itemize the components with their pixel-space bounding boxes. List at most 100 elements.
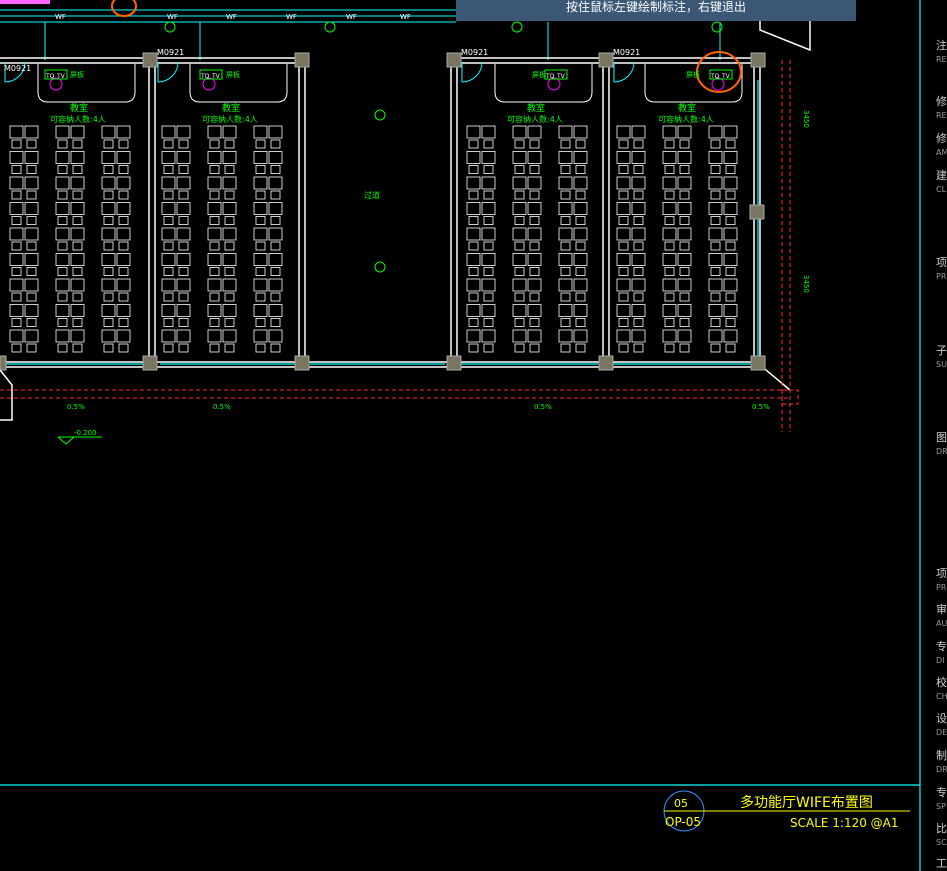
chair xyxy=(255,267,266,276)
chair xyxy=(529,292,540,302)
desk xyxy=(527,304,542,317)
room-name-4: 教室 xyxy=(678,102,696,114)
dimension-2: 3450 xyxy=(802,275,810,293)
wifi-label-4: WF xyxy=(286,13,297,21)
chair xyxy=(483,139,494,149)
desk xyxy=(558,151,573,164)
desk xyxy=(466,227,481,241)
desk xyxy=(662,329,677,343)
desk xyxy=(176,227,191,241)
panel-label-en: CH xyxy=(936,692,947,701)
desk xyxy=(207,227,222,241)
desk xyxy=(466,253,481,266)
desk xyxy=(723,278,738,292)
panel-label-cn: 项 xyxy=(936,567,947,580)
chair xyxy=(560,292,571,302)
desk xyxy=(573,278,588,292)
desk xyxy=(481,304,496,317)
chair xyxy=(224,241,235,251)
chair xyxy=(514,190,525,200)
desk xyxy=(253,151,268,164)
screen-label-3: 屏板 xyxy=(532,70,546,79)
chair xyxy=(57,190,68,200)
desk xyxy=(268,125,283,139)
desk xyxy=(9,151,24,164)
chair xyxy=(270,343,281,353)
chair xyxy=(209,292,220,302)
desk xyxy=(24,227,39,241)
cad-canvas[interactable]: M0921 M0921 M0921 M0921 教室 可容纳人数:4人 教室 可… xyxy=(0,0,947,871)
panel-label-en: SU xyxy=(936,360,947,369)
desk xyxy=(527,329,542,343)
desk xyxy=(527,227,542,241)
panel-label-cn: 专 xyxy=(936,786,947,799)
chair xyxy=(26,267,37,276)
panel-label-en: DR xyxy=(936,765,947,774)
chair xyxy=(72,267,83,276)
desk xyxy=(222,202,237,215)
desk xyxy=(9,278,24,292)
desk xyxy=(723,202,738,215)
chair xyxy=(163,216,174,225)
chair xyxy=(255,216,266,225)
chair xyxy=(618,343,629,353)
desk xyxy=(677,278,692,292)
chair xyxy=(163,241,174,251)
chair xyxy=(618,216,629,225)
desk xyxy=(512,278,527,292)
chair xyxy=(57,267,68,276)
room-name-3: 教室 xyxy=(527,102,545,114)
chair xyxy=(529,216,540,225)
desk xyxy=(616,176,631,190)
chair xyxy=(679,292,690,302)
desk xyxy=(176,329,191,343)
chair xyxy=(679,241,690,251)
desk xyxy=(9,202,24,215)
chair xyxy=(664,165,675,174)
desk xyxy=(662,202,677,215)
desk xyxy=(573,202,588,215)
chair xyxy=(178,190,189,200)
desk xyxy=(207,151,222,164)
chair xyxy=(72,139,83,149)
desk xyxy=(222,176,237,190)
desk xyxy=(466,329,481,343)
chair xyxy=(575,139,586,149)
chair xyxy=(664,343,675,353)
desk xyxy=(176,202,191,215)
chair xyxy=(11,292,22,302)
panel-label-cn: 注 xyxy=(936,39,947,52)
chair xyxy=(725,165,736,174)
desk xyxy=(176,125,191,139)
desk xyxy=(161,253,176,266)
desk xyxy=(631,151,646,164)
desk xyxy=(101,176,116,190)
screen-label-1: 屏板 xyxy=(70,70,84,79)
chair xyxy=(209,190,220,200)
chair xyxy=(178,165,189,174)
tq-label-3: TQ xyxy=(545,73,555,80)
desk xyxy=(527,125,542,139)
chair xyxy=(224,343,235,353)
chair xyxy=(255,190,266,200)
desk xyxy=(677,125,692,139)
chair xyxy=(163,165,174,174)
chair xyxy=(560,343,571,353)
chair xyxy=(11,241,22,251)
wifi-label-1: WF xyxy=(55,13,66,21)
desk xyxy=(9,329,24,343)
desk xyxy=(708,151,723,164)
chair xyxy=(633,216,644,225)
desk-grid xyxy=(9,125,738,353)
panel-label-en: PR xyxy=(936,583,947,592)
chair xyxy=(57,165,68,174)
desk xyxy=(176,253,191,266)
room-name-2: 教室 xyxy=(222,102,240,114)
tq-label-2: TQ xyxy=(200,73,210,80)
chair xyxy=(575,267,586,276)
desk xyxy=(558,253,573,266)
chair xyxy=(560,267,571,276)
floor-plan-drawing[interactable]: M0921 M0921 M0921 M0921 教室 可容纳人数:4人 教室 可… xyxy=(0,0,947,871)
chair xyxy=(163,139,174,149)
slope-2: 0.5% xyxy=(213,403,231,411)
